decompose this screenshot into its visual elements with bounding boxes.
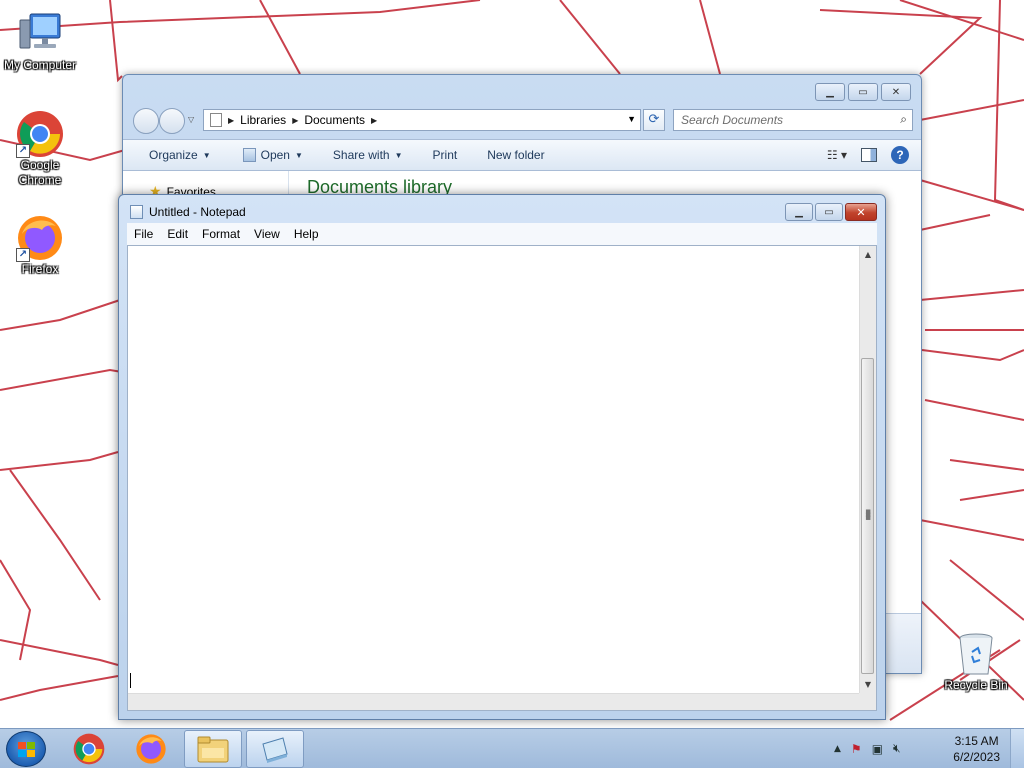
menu-bar: File Edit Format View Help <box>127 223 877 245</box>
notepad-caption-buttons: ▁ ▭ ✕ <box>785 203 877 221</box>
chrome-icon <box>73 733 105 765</box>
scrollbar-thumb[interactable]: ▪ ▪ ▪ <box>861 358 874 674</box>
start-button[interactable] <box>6 731 46 767</box>
desktop-icon-firefox[interactable]: ↗ Firefox <box>0 214 80 277</box>
menu-edit[interactable]: Edit <box>160 227 195 241</box>
print-label: Print <box>432 148 458 162</box>
chevron-down-icon: ▼ <box>202 150 211 160</box>
desktop-icon-recycle-bin[interactable]: Recycle Bin <box>936 630 1016 693</box>
desktop-icon-google-chrome[interactable]: ↗ Google Chrome <box>0 110 80 188</box>
print-button[interactable]: Print <box>415 148 470 162</box>
windows-logo-icon <box>18 742 35 757</box>
taskbar-chrome-button[interactable] <box>60 730 118 768</box>
menu-view[interactable]: View <box>247 227 287 241</box>
change-view-icon[interactable]: ☷ ▾ <box>827 148 847 162</box>
search-icon[interactable]: ⌕ <box>900 112 907 127</box>
taskbar-notepad-button[interactable] <box>246 730 304 768</box>
vertical-scrollbar[interactable]: ▲ ▪ ▪ ▪ ▼ <box>859 246 876 693</box>
breadcrumb-separator-icon: ▶ <box>292 115 299 125</box>
show-hidden-icons-icon[interactable]: ▲ <box>834 744 841 754</box>
share-with-label: Share with <box>332 148 390 162</box>
address-bar[interactable]: ▶ Libraries ▶ Documents ▶ ▼ <box>203 109 641 131</box>
explorer-address-row: ▽ ▶ Libraries ▶ Documents ▶ ▼ ⟳ Search D… <box>131 107 913 134</box>
taskbar-firefox-button[interactable] <box>122 730 180 768</box>
folder-icon <box>197 736 229 763</box>
view-controls: ☷ ▾ ? <box>827 146 909 164</box>
new-folder-label: New folder <box>487 148 545 162</box>
clock[interactable]: 3:15 AM 6/2/2023 <box>953 733 1000 765</box>
text-caret <box>130 673 131 688</box>
desktop-icon-label: Firefox <box>21 262 59 276</box>
horizontal-scrollbar[interactable] <box>128 693 859 710</box>
chevron-down-icon: ▼ <box>394 150 403 160</box>
clock-date: 6/2/2023 <box>953 750 1000 764</box>
chevron-down-icon: ▼ <box>294 150 303 160</box>
breadcrumb-separator-icon: ▶ <box>371 115 378 125</box>
system-tray: ▲ ⚑ ▣ 🔇︎ 3:15 AM 6/2/2023 <box>834 729 1024 768</box>
taskbar-explorer-button[interactable] <box>184 730 242 768</box>
close-button[interactable]: ✕ <box>845 203 877 221</box>
window-title: Untitled - Notepad <box>149 205 246 219</box>
clock-time: 3:15 AM <box>954 734 999 748</box>
firefox-icon <box>136 734 166 764</box>
new-folder-button[interactable]: New folder <box>469 148 556 162</box>
breadcrumb-separator-icon: ▶ <box>228 115 235 125</box>
recycle-bin-icon <box>952 630 1000 678</box>
search-placeholder: Search Documents <box>681 113 784 127</box>
grip-icon: ▪ ▪ ▪ <box>865 507 872 523</box>
firefox-icon: ↗ <box>16 214 64 262</box>
notepad-window[interactable]: Untitled - Notepad ▁ ▭ ✕ File Edit Forma… <box>118 194 886 720</box>
menu-format[interactable]: Format <box>195 227 247 241</box>
refresh-button[interactable]: ⟳ <box>643 109 665 131</box>
forward-button[interactable] <box>159 108 185 134</box>
network-icon[interactable]: ▣ <box>872 742 883 756</box>
chrome-icon: ↗ <box>16 110 64 158</box>
back-button[interactable] <box>133 108 159 134</box>
breadcrumb-documents[interactable]: Documents <box>304 113 365 127</box>
organize-label: Organize <box>149 148 198 162</box>
help-icon[interactable]: ? <box>891 146 909 164</box>
scroll-down-icon[interactable]: ▼ <box>860 676 876 693</box>
address-dropdown-icon[interactable]: ▼ <box>627 114 636 124</box>
open-icon <box>242 148 256 162</box>
search-input[interactable]: Search Documents ⌕ <box>673 109 913 131</box>
menu-help[interactable]: Help <box>287 227 326 241</box>
notepad-app-icon[interactable] <box>130 205 143 219</box>
minimize-button[interactable]: ▁ <box>815 83 845 101</box>
tray-icons: ▲ ⚑ ▣ 🔇︎ <box>834 741 901 756</box>
scrollbar-corner <box>859 693 876 710</box>
text-editor-area[interactable]: ▲ ▪ ▪ ▪ ▼ <box>127 245 877 711</box>
shortcut-arrow-icon: ↗ <box>16 144 30 158</box>
share-with-button[interactable]: Share with ▼ <box>315 148 415 162</box>
taskbar: ▲ ⚑ ▣ 🔇︎ 3:15 AM 6/2/2023 <box>0 728 1024 768</box>
explorer-caption-buttons: ▁ ▭ ✕ <box>815 83 911 101</box>
notepad-icon <box>262 737 288 763</box>
maximize-button[interactable]: ▭ <box>815 203 843 221</box>
close-button[interactable]: ✕ <box>881 83 911 101</box>
scroll-up-icon[interactable]: ▲ <box>860 246 876 263</box>
computer-icon <box>16 10 64 58</box>
desktop-icon-label: My Computer <box>3 58 77 72</box>
folder-icon <box>210 113 222 127</box>
notepad-title-bar[interactable]: Untitled - Notepad ▁ ▭ ✕ <box>119 195 885 225</box>
explorer-command-bar: Organize ▼ Open ▼ Share with ▼ Print New fo… <box>123 139 921 171</box>
maximize-button[interactable]: ▭ <box>848 83 878 101</box>
minimize-button[interactable]: ▁ <box>785 203 813 221</box>
shortcut-arrow-icon: ↗ <box>16 248 30 262</box>
action-center-icon[interactable]: ⚑ <box>851 742 862 756</box>
volume-muted-icon[interactable]: 🔇︎ <box>893 741 901 756</box>
desktop-icon-label: Google Chrome <box>18 158 62 187</box>
menu-file[interactable]: File <box>127 227 160 241</box>
show-desktop-button[interactable] <box>1010 729 1024 768</box>
recent-pages-chevron-icon[interactable]: ▽ <box>188 115 194 124</box>
desktop-icon-label: Recycle Bin <box>944 678 1008 692</box>
desktop-icon-my-computer[interactable]: My Computer <box>0 10 80 73</box>
breadcrumb-libraries[interactable]: Libraries <box>240 113 286 127</box>
open-button[interactable]: Open ▼ <box>223 148 315 162</box>
preview-pane-icon[interactable] <box>861 148 877 162</box>
organize-button[interactable]: Organize ▼ <box>123 148 223 162</box>
open-label: Open <box>260 148 290 162</box>
